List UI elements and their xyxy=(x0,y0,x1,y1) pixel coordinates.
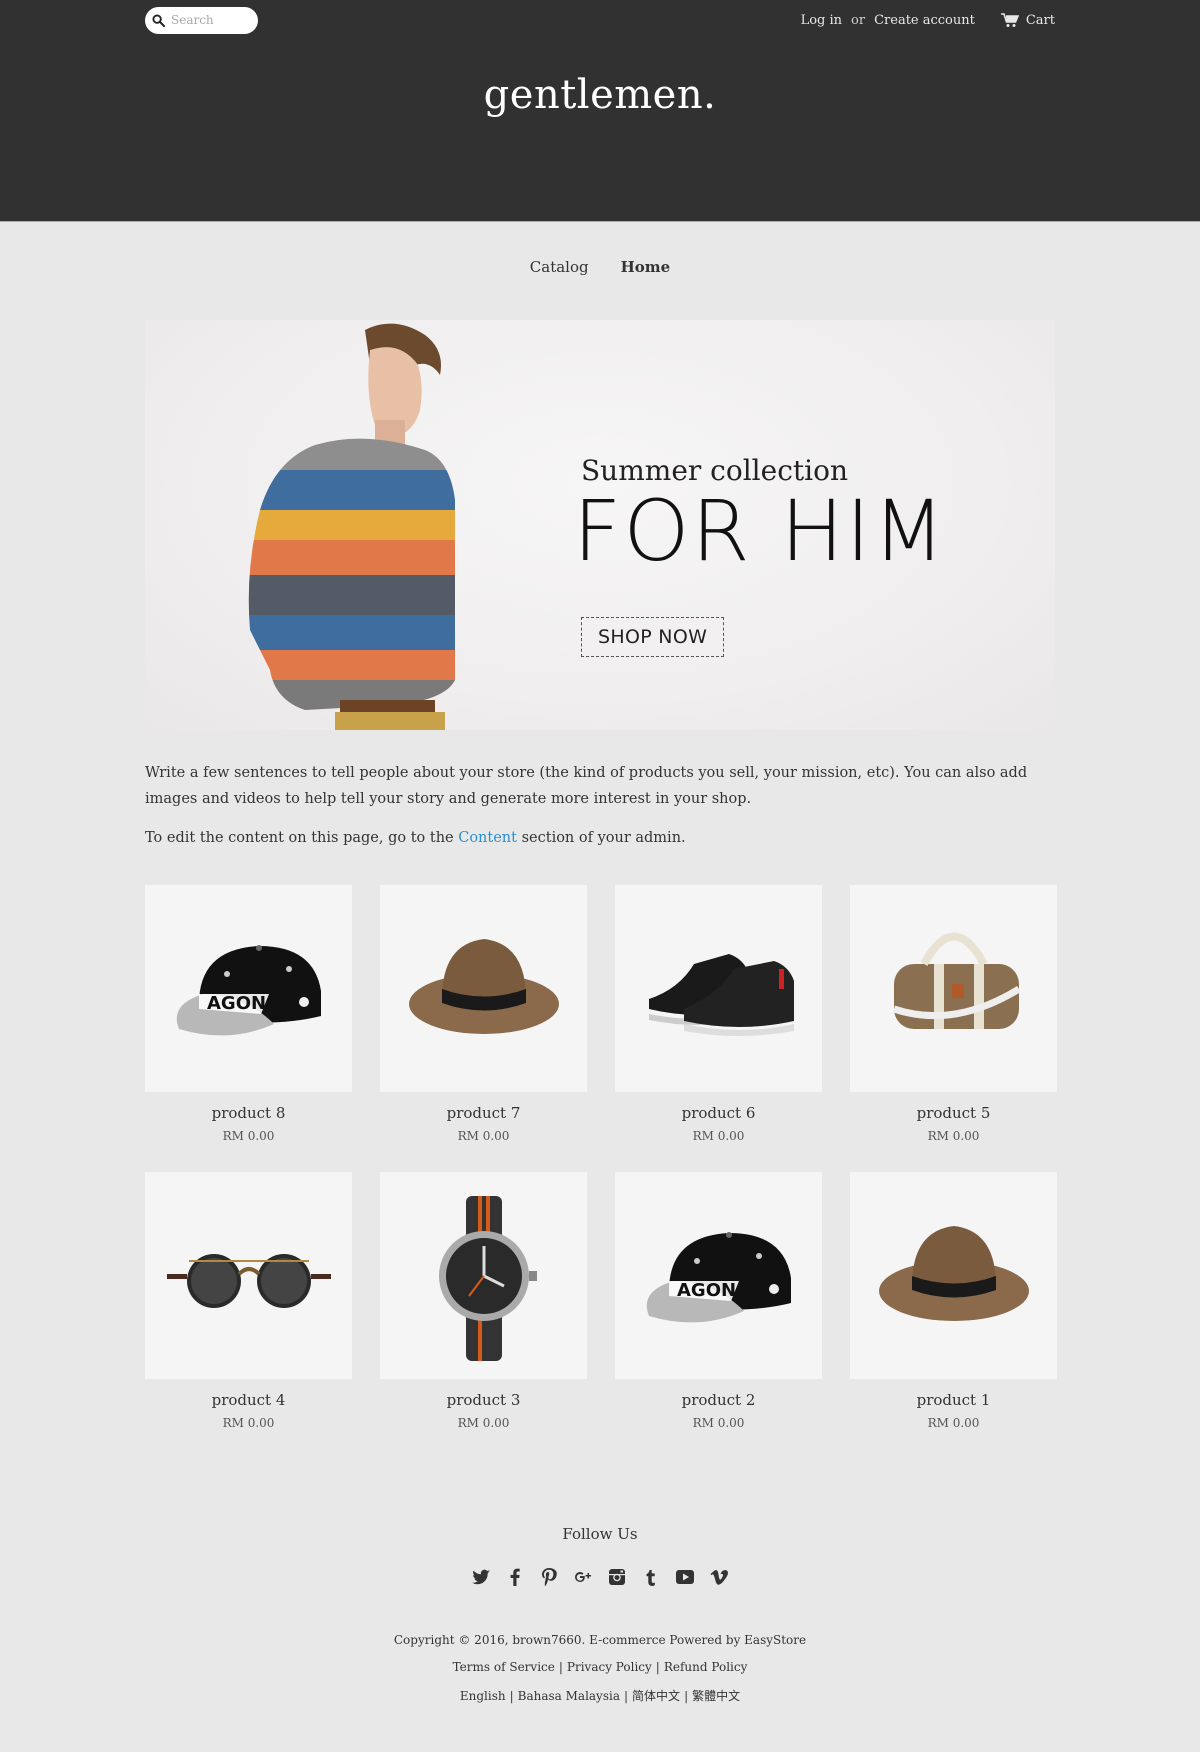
social-links xyxy=(145,1566,1055,1587)
wristwatch-image xyxy=(438,1195,537,1361)
search-box[interactable] xyxy=(145,6,258,34)
cart-icon xyxy=(1000,12,1019,27)
facebook-icon[interactable] xyxy=(505,1566,526,1587)
instagram-icon[interactable] xyxy=(607,1566,628,1587)
product-name[interactable]: product 2 xyxy=(615,1391,822,1409)
product-price: RM 0.00 xyxy=(927,1129,980,1143)
separator: | xyxy=(684,1689,689,1703)
separator: | xyxy=(655,1660,660,1674)
product-card[interactable]: product 6 RM 0.00 xyxy=(615,885,822,1143)
product-image[interactable] xyxy=(380,885,587,1092)
google-plus-icon[interactable] xyxy=(573,1566,594,1587)
terms-link[interactable]: Terms of Service xyxy=(453,1660,555,1674)
intro-paragraph: Write a few sentences to tell people abo… xyxy=(145,765,1028,807)
product-image[interactable] xyxy=(145,1172,352,1379)
product-price: RM 0.00 xyxy=(222,1416,275,1430)
product-card[interactable]: product 4 RM 0.00 xyxy=(145,1172,352,1430)
product-price: RM 0.00 xyxy=(692,1129,745,1143)
round-sunglasses-image xyxy=(166,1253,331,1308)
product-image[interactable]: AGON xyxy=(615,1172,822,1379)
product-image[interactable]: AGON xyxy=(145,885,352,1092)
youtube-icon[interactable] xyxy=(675,1566,696,1587)
product-price: RM 0.00 xyxy=(457,1129,510,1143)
product-price: RM 0.00 xyxy=(222,1129,275,1143)
product-name[interactable]: product 6 xyxy=(615,1104,822,1122)
lang-simplified-chinese[interactable]: 简体中文 xyxy=(632,1689,680,1703)
svg-text:AGON: AGON xyxy=(207,993,266,1014)
policy-links: Terms of Service | Privacy Policy | Refund P… xyxy=(145,1660,1055,1674)
nav-home[interactable]: Home xyxy=(621,258,671,276)
product-image[interactable] xyxy=(380,1172,587,1379)
product-card[interactable]: product 7 RM 0.00 xyxy=(380,885,587,1143)
edit-content-paragraph: To edit the content on this page, go to … xyxy=(145,825,1055,851)
separator: | xyxy=(509,1689,514,1703)
main-nav: Catalog Home xyxy=(145,258,1055,276)
product-card[interactable]: product 1 RM 0.00 xyxy=(850,1172,1057,1430)
cart-label: Cart xyxy=(1025,12,1055,28)
intro-text-before: To edit the content on this page, go to … xyxy=(145,830,459,846)
content-link[interactable]: Content xyxy=(458,830,517,846)
separator: | xyxy=(558,1660,563,1674)
pinterest-icon[interactable] xyxy=(539,1566,560,1587)
vimeo-icon[interactable] xyxy=(709,1566,730,1587)
product-price: RM 0.00 xyxy=(457,1416,510,1430)
twitter-icon[interactable] xyxy=(471,1566,492,1587)
shop-now-button[interactable]: SHOP NOW xyxy=(581,617,725,657)
fedora-hat-image xyxy=(408,938,559,1034)
svg-text:AGON: AGON xyxy=(677,1280,736,1301)
product-name[interactable]: product 5 xyxy=(850,1104,1057,1122)
top-bar: Log in or Create account Cart xyxy=(145,0,1055,40)
product-name[interactable]: product 8 xyxy=(145,1104,352,1122)
intro-text-after: section of your admin. xyxy=(516,830,686,846)
cart-link[interactable]: Cart xyxy=(1000,12,1055,28)
hero-banner[interactable]: Summer collection FOR HIM SHOP NOW xyxy=(145,320,1055,730)
intro-text: Write a few sentences to tell people abo… xyxy=(145,760,1055,851)
product-card[interactable]: AGON product 2 RM 0.00 xyxy=(615,1172,822,1430)
tumblr-icon[interactable] xyxy=(641,1566,662,1587)
search-input[interactable] xyxy=(171,13,251,27)
privacy-link[interactable]: Privacy Policy xyxy=(567,1660,652,1674)
product-image[interactable] xyxy=(850,885,1057,1092)
snapback-cap-image: AGON xyxy=(646,1231,791,1322)
create-account-link[interactable]: Create account xyxy=(874,13,975,28)
lang-malay[interactable]: Bahasa Malaysia xyxy=(518,1689,620,1703)
model-image xyxy=(248,323,455,730)
product-image[interactable] xyxy=(615,885,822,1092)
product-name[interactable]: product 4 xyxy=(145,1391,352,1409)
refund-link[interactable]: Refund Policy xyxy=(664,1660,748,1674)
or-text: or xyxy=(851,12,866,28)
product-card[interactable]: AGON product 8 RM 0.00 xyxy=(145,885,352,1143)
product-name[interactable]: product 1 xyxy=(850,1391,1057,1409)
product-name[interactable]: product 7 xyxy=(380,1104,587,1122)
site-header: Log in or Create account Cart gentlemen. xyxy=(0,0,1200,222)
lang-english[interactable]: English xyxy=(460,1689,506,1703)
product-price: RM 0.00 xyxy=(927,1416,980,1430)
hero-text: Summer collection FOR HIM SHOP NOW xyxy=(573,454,947,657)
black-sneakers-image xyxy=(648,953,794,1036)
product-card[interactable]: product 3 RM 0.00 xyxy=(380,1172,587,1430)
account-links: Log in or Create account Cart xyxy=(801,13,1055,28)
product-image[interactable] xyxy=(850,1172,1057,1379)
language-links: English | Bahasa Malaysia | 简体中文 | 繁體中文 xyxy=(145,1687,1055,1704)
duffel-bag-image xyxy=(892,932,1021,1029)
nav-catalog[interactable]: Catalog xyxy=(530,258,589,276)
hero-title: FOR HIM xyxy=(573,482,947,580)
product-price: RM 0.00 xyxy=(692,1416,745,1430)
follow-us-heading: Follow Us xyxy=(562,1525,638,1543)
fedora-hat-image xyxy=(878,1225,1029,1321)
separator: | xyxy=(624,1689,629,1703)
snapback-cap-image: AGON xyxy=(176,944,321,1035)
login-link[interactable]: Log in xyxy=(801,13,842,28)
lang-traditional-chinese[interactable]: 繁體中文 xyxy=(692,1689,740,1703)
site-logo[interactable]: gentlemen. xyxy=(0,72,1200,118)
copyright: Copyright © 2016, brown7660. E-commerce … xyxy=(393,1633,807,1647)
product-name[interactable]: product 3 xyxy=(380,1391,587,1409)
product-card[interactable]: product 5 RM 0.00 xyxy=(850,885,1057,1143)
search-icon xyxy=(152,13,165,27)
product-grid: AGON product 8 RM 0.00 product 7 RM 0.00 prod… xyxy=(145,885,1057,1430)
footer-fine-print: Copyright © 2016, brown7660. E-commerce … xyxy=(145,1633,1055,1704)
